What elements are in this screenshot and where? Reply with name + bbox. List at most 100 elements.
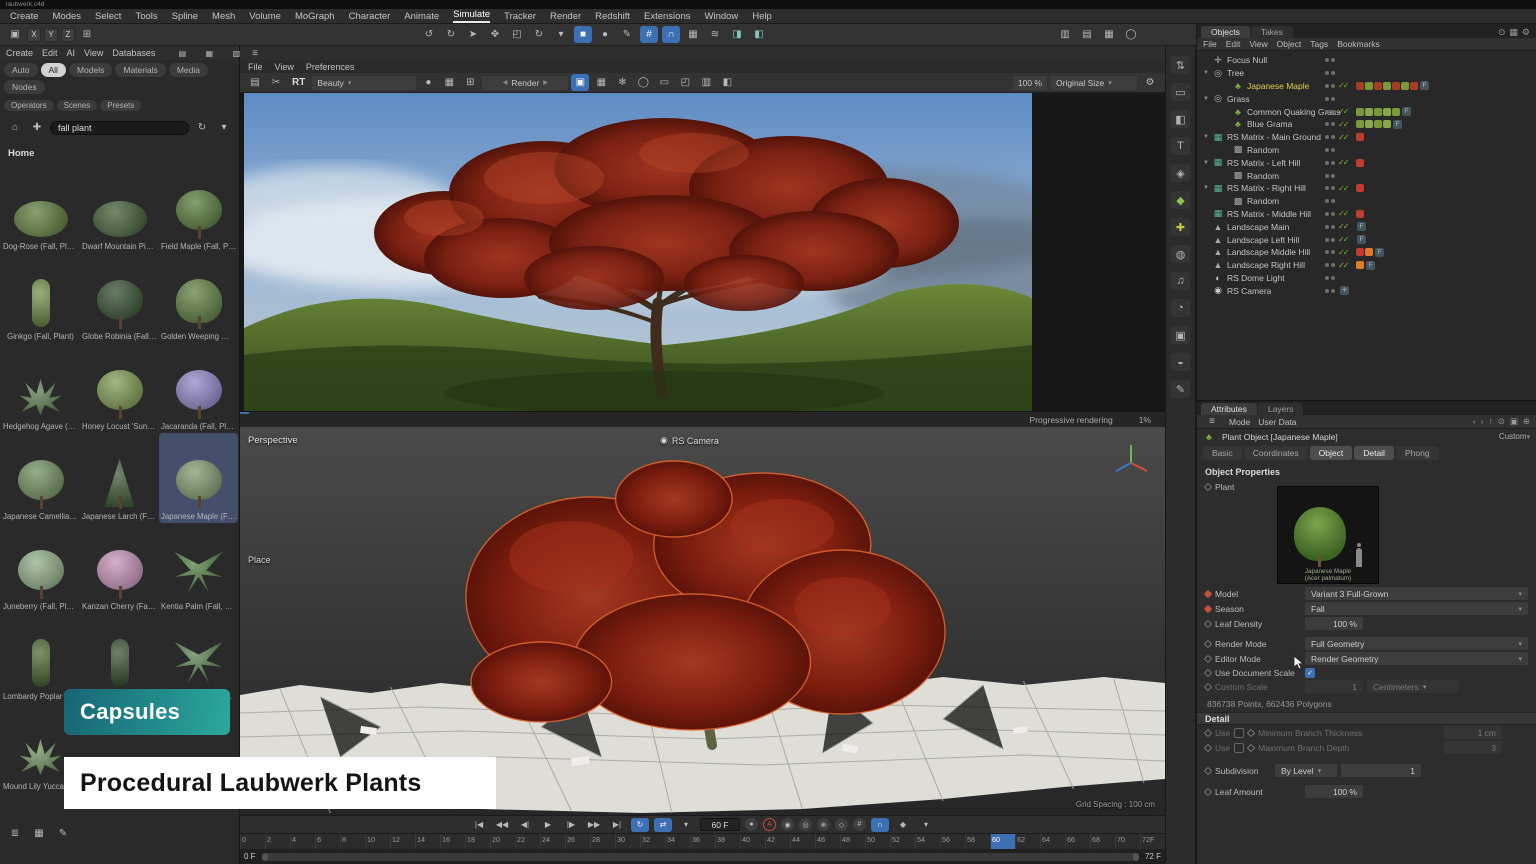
object-tree-row[interactable]: ▼ ▩ Random (1197, 169, 1536, 182)
attr-add-icon[interactable]: ⊕ (1523, 416, 1530, 427)
param-diamond-icon[interactable] (1204, 766, 1212, 774)
playback-button[interactable]: ↻ (631, 818, 649, 832)
toolbar-tool-icon[interactable]: ↺ (420, 26, 438, 43)
toolbar-tool-icon[interactable]: ↻ (442, 26, 460, 43)
side-tool-icon[interactable]: T (1171, 137, 1190, 155)
object-tree-row[interactable]: ▼ ◐ RS Dome Light (1197, 272, 1536, 285)
circle-select-icon[interactable]: ◯ (634, 74, 652, 91)
range-slider[interactable] (262, 853, 1139, 861)
record-toggle[interactable]: ⊕ (817, 818, 830, 831)
timeline-frame-tick[interactable]: 38 (715, 834, 740, 849)
grid-overlay-icon[interactable]: ▦ (592, 74, 610, 91)
side-tool-icon[interactable]: ✚ (1171, 218, 1190, 236)
menu-item[interactable]: Animate (404, 11, 439, 22)
enable-checkmarks[interactable] (1338, 261, 1352, 270)
timeline-frame-tick[interactable]: 68 (1090, 834, 1115, 849)
toolbar-tool-icon[interactable]: # (640, 26, 658, 43)
asset-menu-item[interactable]: Databases (112, 48, 155, 58)
back-icon[interactable]: ‹ (1473, 416, 1476, 427)
filter-chip[interactable]: Models (69, 63, 112, 77)
timeline-frame-tick[interactable]: 30 (615, 834, 640, 849)
expander-icon[interactable]: ▼ (1203, 134, 1212, 140)
channel-sphere-icon[interactable]: ● (419, 74, 437, 91)
enable-checkmarks[interactable] (1338, 120, 1352, 129)
plant-asset[interactable]: Dwarf Mountain Pine (... (80, 163, 159, 253)
menu-item[interactable]: MoGraph (295, 11, 335, 22)
plant-asset[interactable]: Japanese Camellia (Fal... (1, 433, 80, 523)
toolbar-tool-icon[interactable]: ∩ (662, 26, 680, 43)
param-diamond-icon[interactable] (1204, 743, 1212, 751)
plant-asset[interactable]: Globe Robinia (Fall, Pl... (80, 253, 159, 343)
attribute-section-tab[interactable]: Phong (1396, 446, 1439, 460)
subdivision-mode-dropdown[interactable]: By Level (1275, 764, 1337, 777)
visibility-dots[interactable] (1325, 225, 1335, 229)
use-checkbox[interactable] (1234, 743, 1244, 753)
timeline-frame-tick[interactable]: 16 (440, 834, 465, 849)
timeline-frame-tick[interactable]: 18 (465, 834, 490, 849)
object-tree-row[interactable]: ▼ ✛ Focus Null (1197, 54, 1536, 67)
object-tree-row[interactable]: ▼ ▲ Landscape Right Hill F (1197, 259, 1536, 272)
lock-workplane-icon[interactable]: ⊞ (78, 26, 96, 43)
leaf-density-field[interactable]: 100 % (1305, 617, 1363, 630)
object-tree-row[interactable]: ▼ ♣ Blue Grama F (1197, 118, 1536, 131)
visibility-dots[interactable] (1325, 186, 1335, 190)
param-diamond-icon[interactable] (1204, 483, 1212, 491)
object-tags[interactable] (1355, 133, 1364, 141)
render-view-menu-item[interactable]: View (275, 62, 294, 72)
plant-asset[interactable]: Japanese Larch (Fall, Pl... (80, 433, 159, 523)
current-frame-field[interactable]: 60 F (700, 818, 740, 831)
timeline-frame-tick[interactable]: 20 (490, 834, 515, 849)
timeline-frame-tick[interactable]: 58 (965, 834, 990, 849)
render-command-icon[interactable]: ▥ (1056, 26, 1074, 43)
leaf-amount-field[interactable]: 100 % (1305, 785, 1363, 798)
detail-param-field[interactable]: 3 (1444, 741, 1502, 754)
render-command-icon[interactable]: ◯ (1122, 26, 1140, 43)
ab-compare-icon[interactable]: ◧ (718, 74, 736, 91)
attr-search-icon[interactable]: ⊙ (1498, 416, 1505, 427)
visibility-dots[interactable] (1325, 97, 1335, 101)
toolbar-tool-icon[interactable]: ● (596, 26, 614, 43)
object-tree-row[interactable]: ▼ ▦ RS Matrix - Main Ground (1197, 131, 1536, 144)
object-tags[interactable]: F (1355, 81, 1429, 90)
playback-button[interactable]: ▶| (608, 818, 626, 832)
keyed-dot-icon[interactable] (1204, 604, 1212, 612)
timeline-magnet-icon[interactable]: ∩ (871, 818, 889, 832)
timeline-frame-tick[interactable]: 28 (590, 834, 615, 849)
editor-mode-dropdown[interactable]: Render Geometry (1305, 652, 1528, 665)
timeline-frame-tick[interactable]: 46 (815, 834, 840, 849)
subfilter-chip[interactable]: Scenes (57, 100, 98, 111)
plant-asset[interactable]: Golden Weeping Willo... (159, 253, 238, 343)
visibility-dots[interactable] (1325, 84, 1335, 88)
enable-checkmarks[interactable] (1338, 248, 1352, 257)
menu-item[interactable]: Create (10, 11, 39, 22)
timeline-frame-tick[interactable]: 52 (890, 834, 915, 849)
object-tags[interactable] (1355, 159, 1364, 167)
toolbar-tool-icon[interactable]: ▦ (684, 26, 702, 43)
enable-checkmarks[interactable] (1338, 222, 1352, 231)
playback-button[interactable]: |◀ (470, 818, 488, 832)
timeline-frame-tick[interactable]: 56 (940, 834, 965, 849)
plant-asset[interactable]: Honey Locust 'Sunbur... (80, 343, 159, 433)
plant-asset[interactable]: Hedgehog Agave (Fall... (1, 343, 80, 433)
timeline-frame-tick[interactable]: 24 (540, 834, 565, 849)
enable-checkmarks[interactable] (1338, 107, 1352, 116)
param-diamond-icon[interactable] (1204, 682, 1212, 690)
camera-label[interactable]: ◉RS Camera (660, 435, 719, 446)
menu-item[interactable]: Mesh (212, 11, 235, 22)
filter-chip[interactable]: Media (169, 63, 208, 77)
menu-item[interactable]: Tools (135, 11, 157, 22)
season-dropdown[interactable]: Fall (1305, 602, 1528, 615)
menu-item[interactable]: Character (349, 11, 391, 22)
toolbar-tool-icon[interactable]: ✎ (618, 26, 636, 43)
visibility-dots[interactable] (1325, 238, 1335, 242)
attribute-section-tab[interactable]: Coordinates (1244, 446, 1308, 460)
record-toggle[interactable]: ● (745, 818, 758, 831)
object-tags[interactable]: ✛ (1338, 286, 1349, 295)
gear-icon[interactable]: ⚙ (1141, 74, 1159, 91)
timeline-frame-tick[interactable]: 2 (265, 834, 290, 849)
side-tool-icon[interactable]: ◔ (1171, 299, 1190, 317)
visibility-dots[interactable] (1325, 110, 1335, 114)
render-command-icon[interactable]: ▦ (1100, 26, 1118, 43)
playback-button[interactable]: |▶ (562, 818, 580, 832)
axis-lock-button[interactable]: Z (61, 28, 75, 42)
